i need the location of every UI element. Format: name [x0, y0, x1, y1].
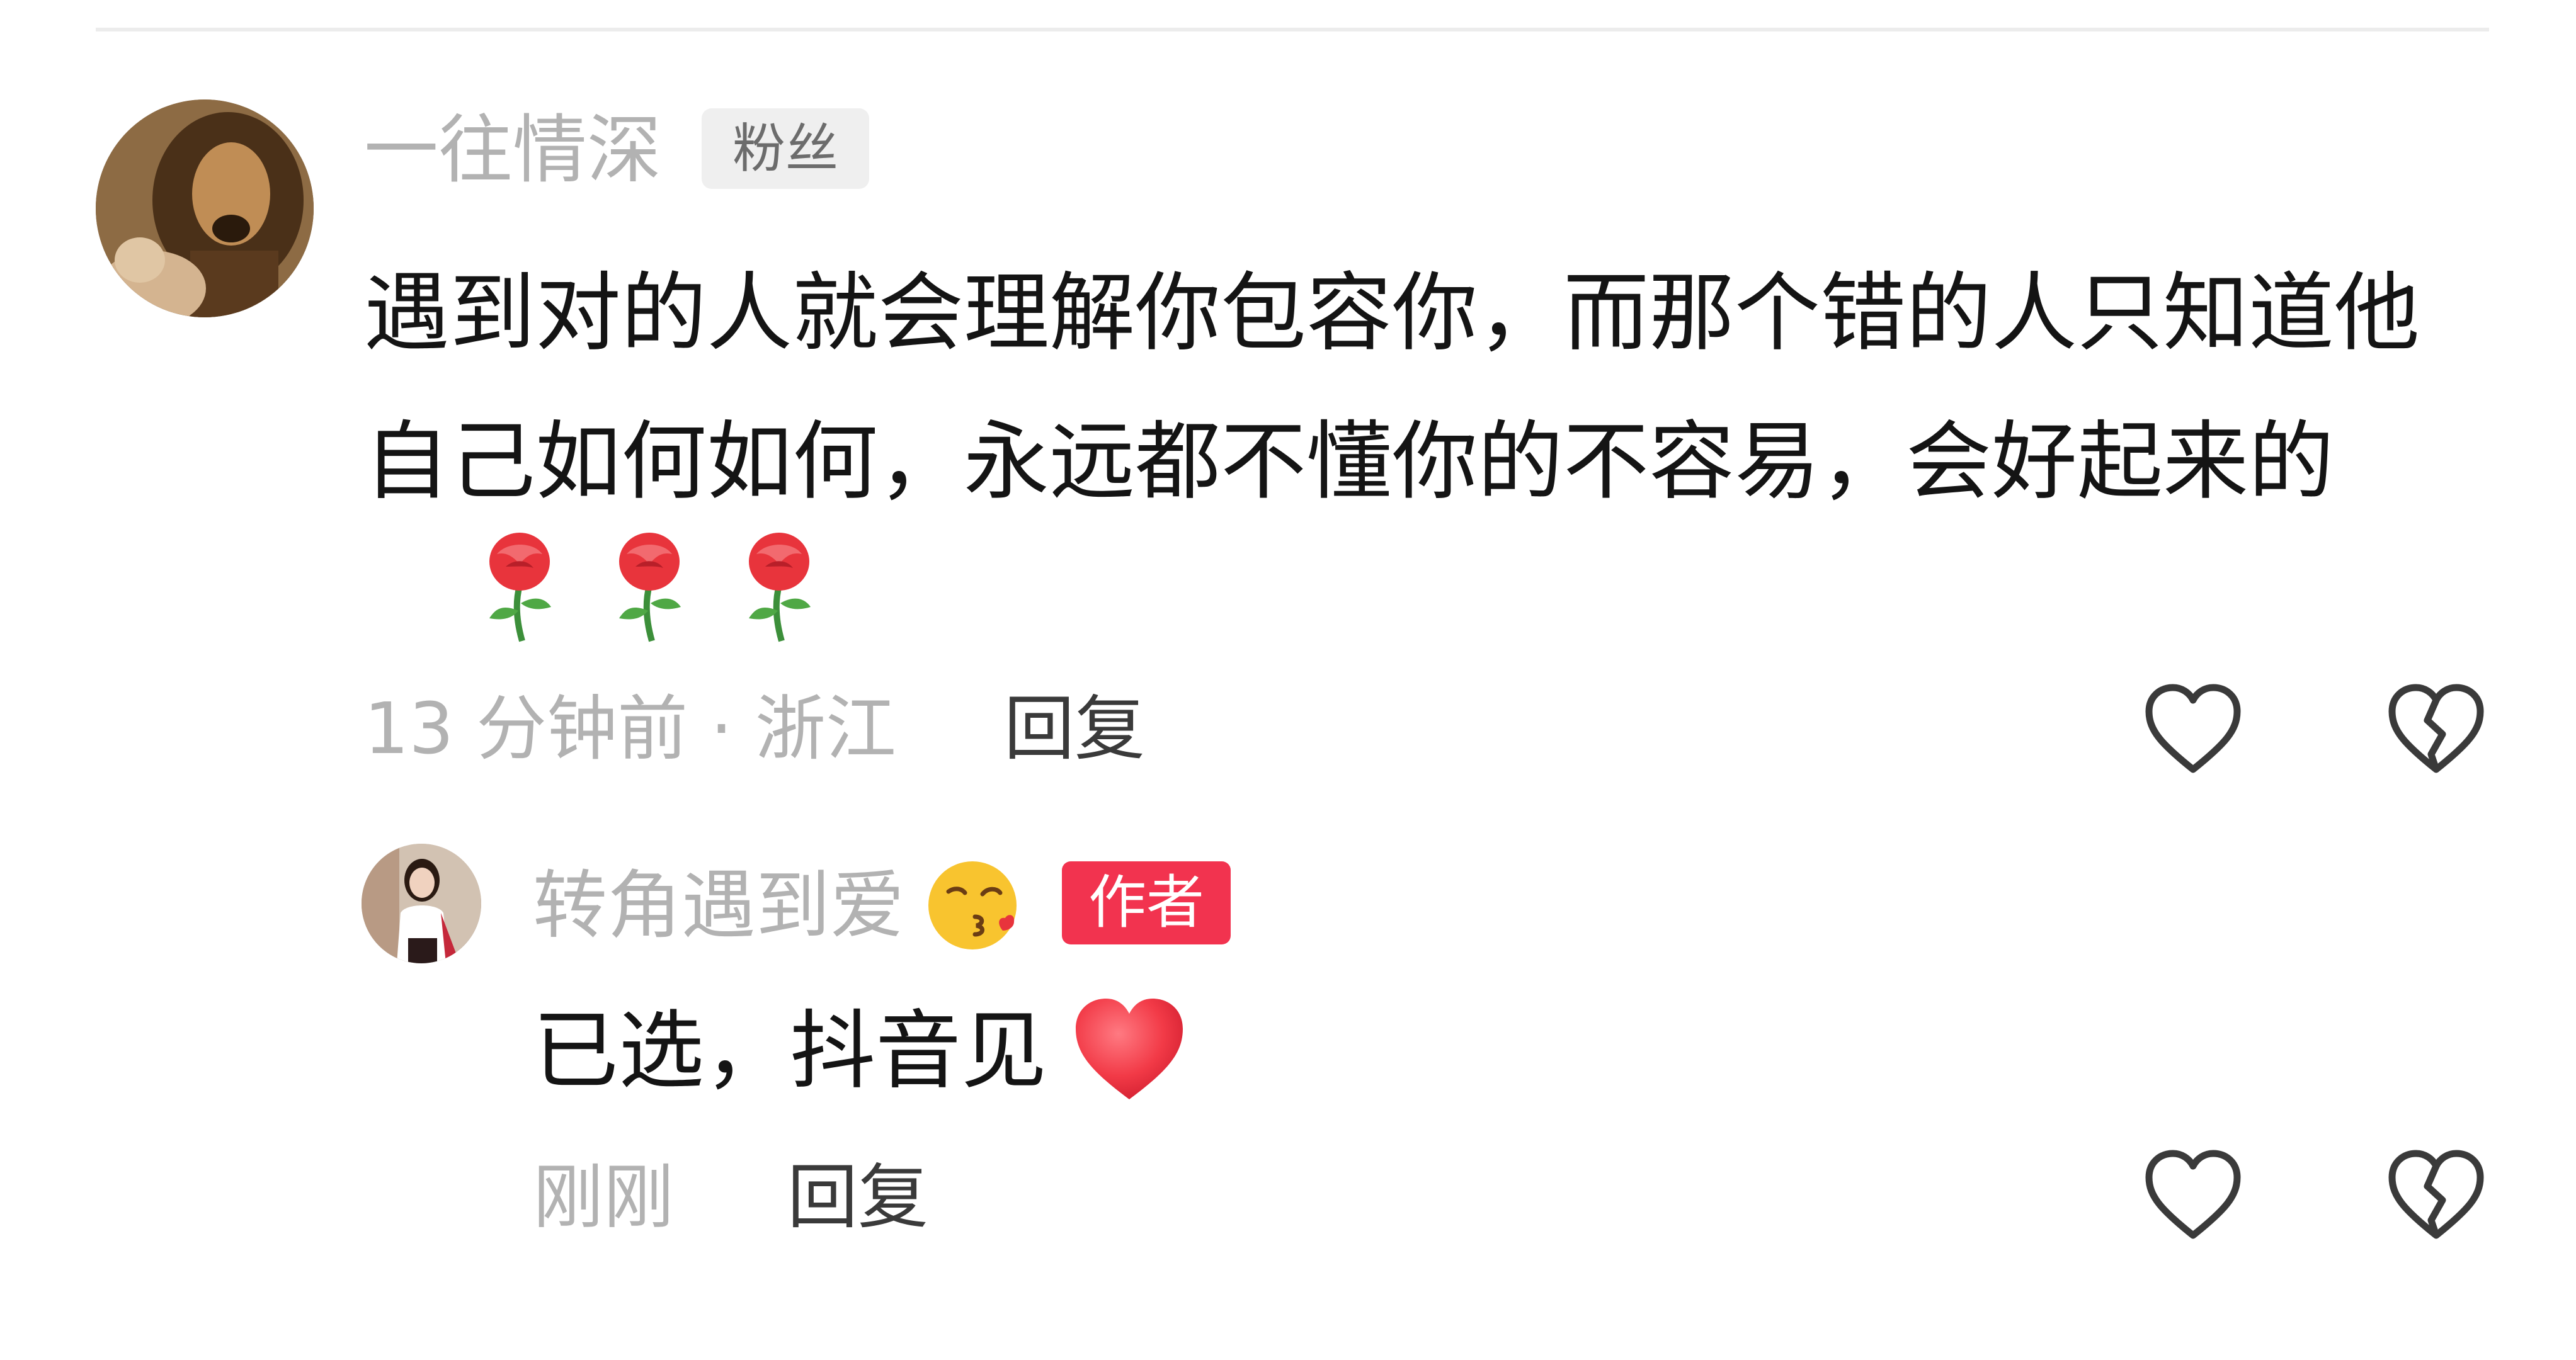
comment-text: 遇到对的人就会理解你包容你，而那个错的人只知道他自己如何如何，永远都不懂你的不容… [364, 264, 2420, 512]
avatar[interactable] [96, 99, 314, 317]
woman-avatar-image [362, 844, 481, 963]
kissing-heart-emoji [928, 861, 1017, 949]
fan-badge: 粉丝 [702, 108, 869, 189]
comment-timestamp-location: 13 分钟前 · 浙江 [364, 688, 896, 770]
lion-avatar-image [96, 99, 314, 317]
avatar[interactable] [362, 844, 481, 963]
reply-button[interactable]: 回复 [1004, 685, 1145, 773]
reply-username[interactable]: 转角遇到爱 [533, 861, 904, 949]
rose-emoji [749, 533, 811, 642]
emoji-row [476, 529, 865, 642]
reply-text: 已选，抖音见 [533, 1002, 1047, 1101]
heart-outline-icon[interactable] [2143, 681, 2243, 776]
divider [96, 28, 2489, 31]
rose-emoji [489, 533, 551, 642]
reply-timestamp: 刚刚 [533, 1157, 674, 1238]
heart-outline-icon[interactable] [2143, 1147, 2243, 1242]
broken-heart-outline-icon[interactable] [2386, 681, 2487, 776]
red-heart-emoji [1076, 999, 1183, 1099]
rose-emoji [619, 533, 681, 642]
broken-heart-outline-icon[interactable] [2386, 1147, 2487, 1242]
reply-button[interactable]: 回复 [787, 1153, 928, 1242]
author-badge: 作者 [1062, 861, 1231, 944]
comment-username[interactable]: 一往情深 [364, 106, 661, 194]
comment-thread: 一往情深 粉丝 遇到对的人就会理解你包容你，而那个错的人只知道他自己如何如何，永… [0, 0, 2576, 1360]
